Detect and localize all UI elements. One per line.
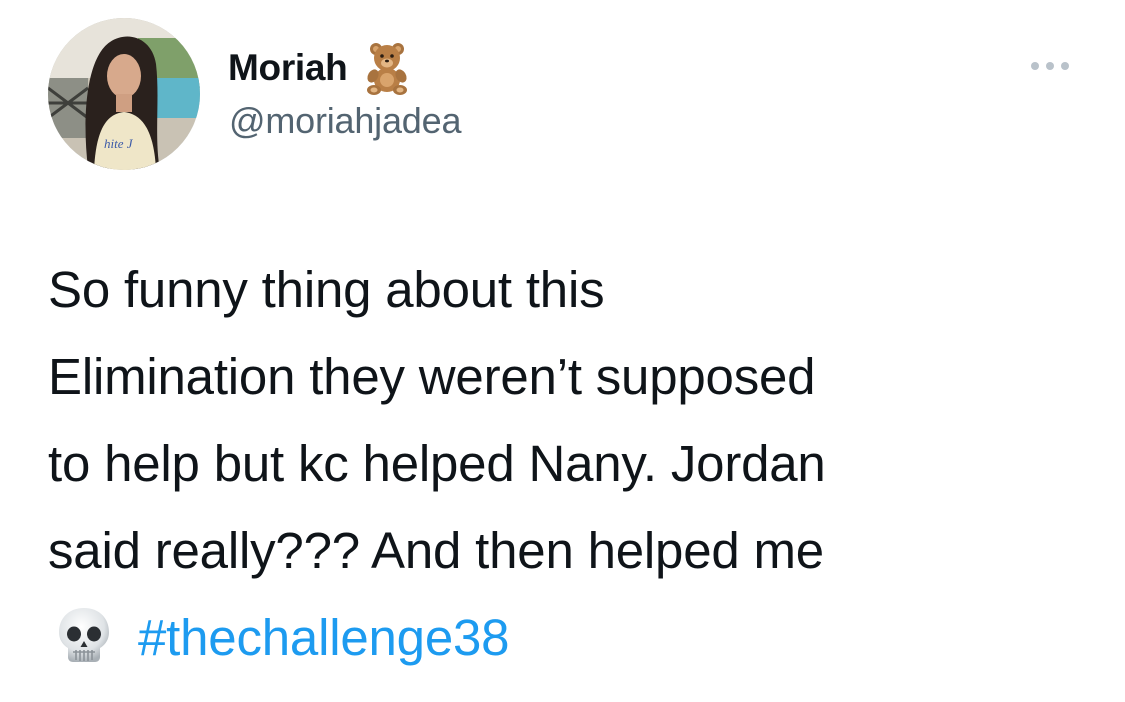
- svg-text:hite J: hite J: [104, 136, 134, 151]
- more-options-icon: [1046, 62, 1054, 70]
- tweet-text-line: said really??? And then helped me: [48, 522, 824, 579]
- teddy-bear-icon: [361, 40, 417, 96]
- display-name[interactable]: Moriah: [228, 47, 348, 89]
- hashtag-link[interactable]: #thechallenge38: [138, 609, 510, 666]
- tweet-text-line-last: #thechallenge38: [48, 594, 1088, 681]
- more-options-icon: [1061, 62, 1069, 70]
- tweet-text-line: Elimination they weren’t supposed: [48, 348, 816, 405]
- avatar[interactable]: hite J: [48, 18, 200, 170]
- more-options-button[interactable]: [1024, 54, 1076, 78]
- tweet-text-line: So funny thing about this: [48, 261, 605, 318]
- author-name-row[interactable]: Moriah: [228, 40, 417, 96]
- author-handle[interactable]: @moriahjadea: [229, 100, 461, 142]
- more-options-icon: [1031, 62, 1039, 70]
- tweet-card: hite J Moriah @moriahjadea So funny thin…: [0, 0, 1125, 702]
- skull-icon: [54, 604, 114, 664]
- tweet-text-line: to help but kc helped Nany. Jordan: [48, 435, 826, 492]
- tweet-text: So funny thing about this Elimination th…: [48, 246, 1088, 681]
- avatar-photo: hite J: [48, 18, 200, 170]
